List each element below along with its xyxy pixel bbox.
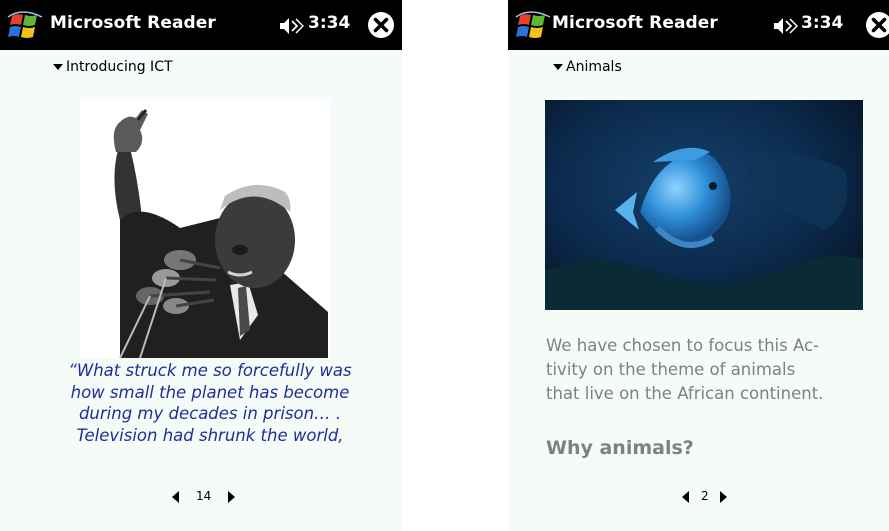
app-title: Microsoft Reader [552, 13, 718, 33]
section-menu[interactable]: Animals [553, 59, 622, 75]
section-menu[interactable]: Introducing ICT [53, 59, 173, 75]
page-number: 2 [701, 489, 709, 503]
speaker-photo [80, 100, 330, 358]
previous-page-arrow-icon[interactable] [172, 491, 179, 503]
speaker-icon[interactable] [772, 16, 798, 36]
fish-photo [545, 100, 863, 310]
previous-page-arrow-icon[interactable] [682, 491, 689, 503]
close-icon[interactable] [367, 11, 395, 39]
quote-line: how small the planet has become [70, 382, 350, 402]
clock: 3:34 [308, 13, 351, 33]
next-page-arrow-icon[interactable] [228, 491, 235, 503]
quote-line: during my decades in prison… . [78, 404, 342, 423]
quote-line: Television had shrunk the world, [76, 425, 344, 445]
page-number: 14 [196, 489, 212, 503]
windows-start-icon[interactable] [514, 9, 552, 43]
body-line: tivity on the theme of animals [546, 360, 796, 379]
section-menu-label: Introducing ICT [66, 59, 173, 75]
body-text: We have chosen to focus this Ac- tivity … [546, 334, 876, 406]
title-bar: Microsoft Reader 3:34 [508, 0, 889, 50]
clock: 3:34 [801, 13, 844, 33]
quote-line: “What struck me so forcefully was [68, 361, 352, 380]
speaker-icon[interactable] [278, 16, 304, 36]
quote-text: “What struck me so forcefully was how sm… [40, 360, 380, 446]
section-heading: Why animals? [546, 437, 694, 459]
app-title: Microsoft Reader [50, 13, 216, 33]
reader-screen-right: Microsoft Reader 3:34 Animals We have ch… [508, 0, 889, 531]
reader-screen-left: Microsoft Reader 3:34 Introducing ICT “W… [0, 0, 402, 531]
close-icon[interactable] [865, 11, 889, 39]
next-page-arrow-icon[interactable] [720, 491, 727, 503]
chevron-down-icon [553, 64, 563, 70]
chevron-down-icon [53, 64, 63, 70]
title-bar: Microsoft Reader 3:34 [0, 0, 402, 50]
page-navigator: 2 [682, 488, 732, 506]
section-menu-label: Animals [566, 59, 622, 75]
body-line: We have chosen to focus this Ac- [546, 336, 820, 355]
page-navigator: 14 [172, 488, 242, 506]
body-line: that live on the African continent. [546, 384, 824, 403]
windows-start-icon[interactable] [6, 9, 44, 43]
